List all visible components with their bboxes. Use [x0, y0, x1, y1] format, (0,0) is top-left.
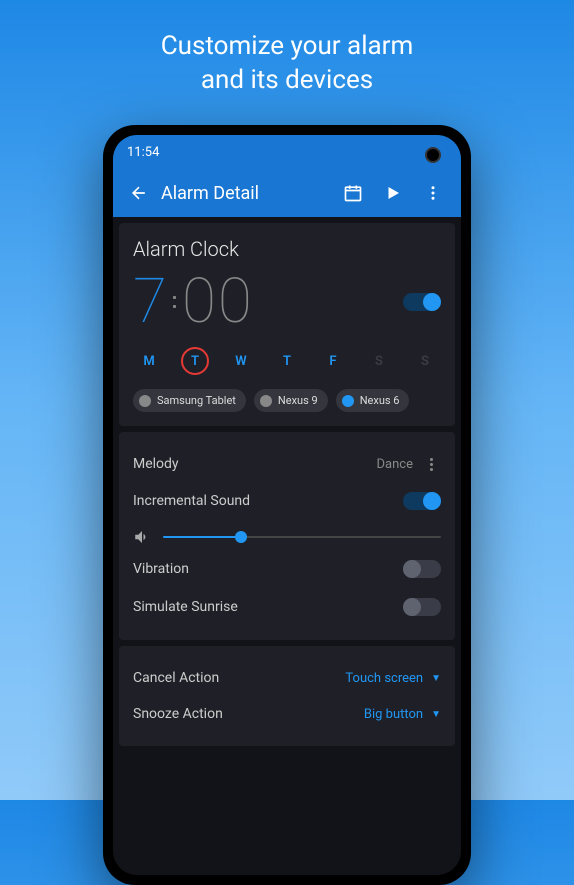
- status-time: 11:54: [127, 145, 159, 160]
- promo-line2: and its devices: [201, 65, 373, 95]
- snooze-action-value-wrap: Big button ▼: [364, 707, 441, 722]
- time-separator: [173, 296, 176, 308]
- devices-row: Samsung Tablet Nexus 9 Nexus 6: [133, 389, 441, 412]
- device-chip[interactable]: Nexus 6: [336, 389, 410, 412]
- overflow-menu-button[interactable]: [413, 184, 453, 202]
- device-chip[interactable]: Nexus 9: [254, 389, 328, 412]
- status-bar: 11:54: [113, 135, 461, 169]
- play-button[interactable]: [373, 184, 413, 202]
- snooze-action-label: Snooze Action: [133, 706, 223, 722]
- vibration-row: Vibration: [133, 550, 441, 588]
- device-chip-label: Samsung Tablet: [157, 394, 236, 407]
- device-status-dot: [260, 395, 272, 407]
- melody-label: Melody: [133, 456, 179, 472]
- device-status-dot: [342, 395, 354, 407]
- snooze-action-value: Big button: [364, 707, 423, 722]
- more-vertical-icon: [424, 184, 442, 202]
- cancel-action-label: Cancel Action: [133, 670, 219, 686]
- actions-card: Cancel Action Touch screen ▼ Snooze Acti…: [119, 646, 455, 746]
- sound-card: Melody Dance Incremental Sound: [119, 432, 455, 640]
- camera-cutout: [425, 147, 441, 163]
- sunrise-label: Simulate Sunrise: [133, 599, 238, 615]
- calendar-button[interactable]: [333, 183, 373, 203]
- vibration-toggle[interactable]: [403, 560, 441, 578]
- melody-more-button[interactable]: [421, 458, 441, 471]
- time-row: 7 00: [133, 271, 441, 333]
- time-display[interactable]: 7 00: [133, 271, 254, 333]
- chevron-down-icon: ▼: [431, 709, 441, 720]
- alarm-card: Alarm Clock 7 00 MTWTFSS Samsung TabletN…: [119, 223, 455, 426]
- device-chip-label: Nexus 9: [278, 394, 318, 407]
- calendar-icon: [343, 183, 363, 203]
- day-toggle[interactable]: W: [227, 347, 255, 375]
- play-icon: [384, 184, 402, 202]
- device-chip-label: Nexus 6: [360, 394, 400, 407]
- time-minute: 00: [182, 271, 254, 333]
- cancel-action-value-wrap: Touch screen ▼: [345, 671, 441, 686]
- sunrise-toggle[interactable]: [403, 598, 441, 616]
- volume-slider-thumb: [235, 531, 247, 543]
- day-toggle[interactable]: M: [135, 347, 163, 375]
- arrow-left-icon: [129, 183, 149, 203]
- cancel-action-row[interactable]: Cancel Action Touch screen ▼: [133, 660, 441, 696]
- time-hour: 7: [133, 271, 167, 333]
- melody-value: Dance: [377, 457, 413, 472]
- day-toggle[interactable]: T: [273, 347, 301, 375]
- app-bar: Alarm Detail: [113, 169, 461, 217]
- day-toggle[interactable]: S: [365, 347, 393, 375]
- incremental-label: Incremental Sound: [133, 493, 250, 509]
- alarm-title: Alarm Clock: [133, 237, 441, 261]
- incremental-row: Incremental Sound: [133, 482, 441, 520]
- vibration-label: Vibration: [133, 561, 189, 577]
- phone-screen: 11:54 Alarm Detail Alarm Clock 7: [113, 135, 461, 875]
- day-toggle[interactable]: T: [181, 347, 209, 375]
- day-toggle[interactable]: F: [319, 347, 347, 375]
- sunrise-row: Simulate Sunrise: [133, 588, 441, 626]
- alarm-enable-toggle[interactable]: [403, 293, 441, 311]
- volume-slider-fill: [163, 536, 241, 538]
- volume-slider-row: [133, 520, 441, 550]
- phone-frame: 11:54 Alarm Detail Alarm Clock 7: [103, 125, 471, 885]
- promo-heading: Customize your alarm and its devices: [0, 0, 574, 118]
- device-chip[interactable]: Samsung Tablet: [133, 389, 246, 412]
- chevron-down-icon: ▼: [431, 673, 441, 684]
- volume-icon: [133, 528, 151, 546]
- device-status-dot: [139, 395, 151, 407]
- snooze-action-row[interactable]: Snooze Action Big button ▼: [133, 696, 441, 732]
- cancel-action-value: Touch screen: [345, 671, 423, 686]
- melody-value-wrap: Dance: [377, 457, 441, 472]
- day-toggle[interactable]: S: [411, 347, 439, 375]
- incremental-toggle[interactable]: [403, 492, 441, 510]
- melody-row[interactable]: Melody Dance: [133, 446, 441, 482]
- promo-line1: Customize your alarm: [161, 31, 414, 61]
- days-row: MTWTFSS: [133, 347, 441, 375]
- volume-slider[interactable]: [163, 536, 441, 538]
- page-title: Alarm Detail: [157, 183, 333, 204]
- back-button[interactable]: [121, 183, 157, 203]
